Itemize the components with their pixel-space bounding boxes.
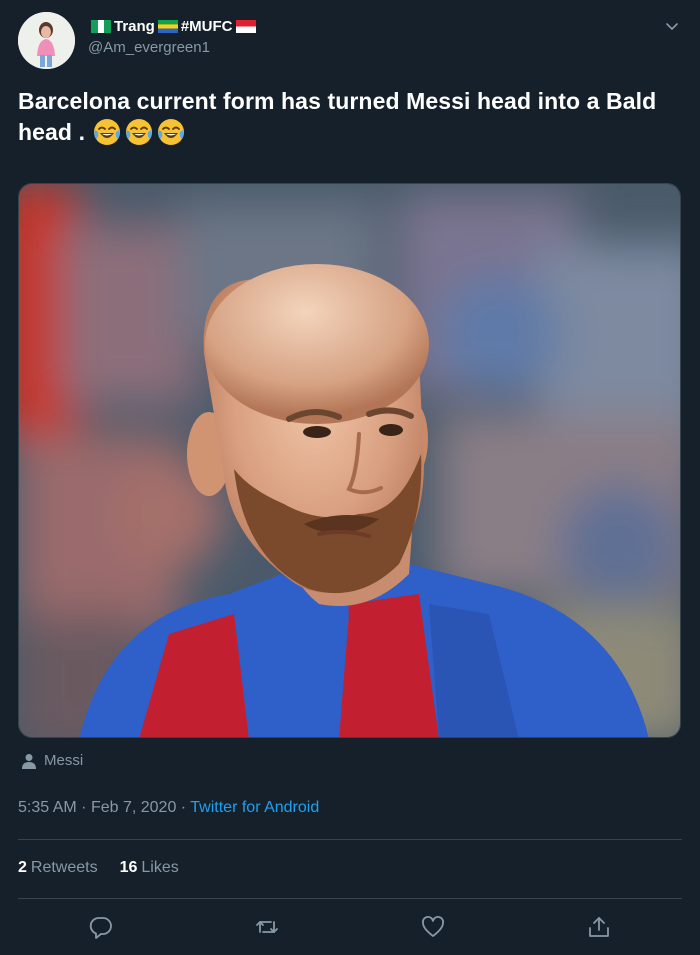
chevron-down-icon[interactable] [662,16,682,36]
divider-bottom [18,898,682,899]
likes-label: Likes [141,859,179,876]
meta-separator-2: · [180,799,187,816]
likes-count: 16 [119,859,138,876]
divider-top [18,839,682,840]
tweet-stats: 2 Retweets 16 Likes [18,859,179,877]
gabon-flag-icon [157,19,178,33]
tweet-meta: 5:35 AM · Feb 7, 2020 · Twitter for Andr… [18,799,319,817]
tagged-person[interactable]: Messi [22,752,83,769]
face-with-tears-of-joy-icon [156,117,186,147]
reply-icon[interactable] [88,914,114,940]
tweet-time[interactable]: 5:35 AM [18,799,77,816]
like-heart-icon[interactable] [420,914,446,940]
tagged-person-name: Messi [44,752,84,769]
user-header: Trang #MUFC @Am_evergreen1 [88,15,259,56]
tweet-date[interactable]: Feb 7, 2020 [91,799,176,816]
retweet-icon[interactable] [254,914,280,940]
display-name-part2: #MUFC [180,17,233,35]
emoji-group [92,119,188,145]
retweets-label: Retweets [30,859,98,876]
meta-separator: · [81,799,87,816]
tweet-media-image[interactable] [18,183,681,738]
display-name[interactable]: Trang #MUFC [88,15,259,37]
share-icon[interactable] [586,914,612,940]
retweets-count: 2 [18,859,27,876]
tweet-card: Trang #MUFC @Am_evergreen1 Barcelona cur… [0,0,700,955]
person-icon [22,753,36,769]
likes-stat[interactable]: 16 Likes [120,859,179,877]
nigeria-flag-icon [91,19,111,33]
display-name-part1: Trang [114,17,155,35]
face-with-tears-of-joy-icon [92,117,122,147]
retweets-stat[interactable]: 2 Retweets [18,859,98,877]
indonesia-flag-icon [235,19,256,33]
tweet-source-link[interactable]: Twitter for Android [190,799,319,816]
action-bar [0,912,700,942]
avatar[interactable] [18,12,75,69]
user-handle[interactable]: @Am_evergreen1 [88,39,259,56]
tweet-text: Barcelona current form has turned Messi … [18,86,688,148]
face-with-tears-of-joy-icon [124,117,154,147]
